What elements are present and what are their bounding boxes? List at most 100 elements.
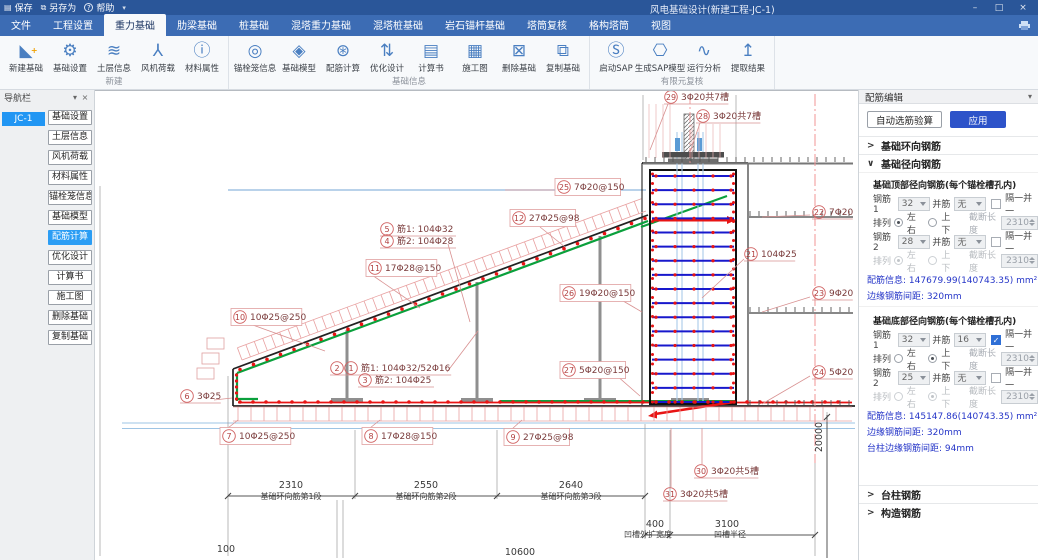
nav-item-copy-foundation[interactable]: 复制基础 xyxy=(48,330,92,345)
bottom-rebar2-diameter-select[interactable]: 25 xyxy=(898,371,931,385)
menu-tab-file[interactable]: 文件 xyxy=(0,14,42,36)
top-rebar1-alternate-checkbox[interactable] xyxy=(991,199,1001,209)
menu-tab-project-settings[interactable]: 工程设置 xyxy=(42,14,104,36)
ribbon-group-label: 有限元复核 xyxy=(594,74,770,89)
section-radial-rebar[interactable]: ∨ 基础径向钢筋 xyxy=(859,154,1038,172)
bottom-arrange1-radio-1[interactable] xyxy=(928,354,937,363)
menu-tab-gravity-foundation[interactable]: 重力基础 xyxy=(104,14,166,36)
chevron-down-icon xyxy=(976,338,982,342)
calc-report-tool[interactable]: ▤计算书 xyxy=(409,38,453,74)
bottom-rebar2-bundle-select[interactable]: 无 xyxy=(954,371,987,385)
bottom-arrange1-radio-0[interactable] xyxy=(894,354,903,363)
nav-item-delete-foundation[interactable]: 删除基础 xyxy=(48,310,92,325)
foundation-tab-jc1[interactable]: JC-1 xyxy=(2,112,45,126)
bottom-rebar1-bundle-select[interactable]: 16 xyxy=(954,333,987,347)
close-button[interactable]: × xyxy=(1012,3,1034,13)
drawing-callout: 313Φ20共5槽 xyxy=(663,428,728,501)
menu-tab-rib-beam-foundation[interactable]: 肋梁基础 xyxy=(166,14,228,36)
nav-item-construction-drawing[interactable]: 施工图 xyxy=(48,290,92,305)
new-foundation-tool[interactable]: ◣+新建基础 xyxy=(4,38,48,74)
section-constructional-rebar[interactable]: > 构造钢筋 xyxy=(859,503,1038,521)
chevron-down-icon xyxy=(920,202,926,206)
bottom-rebar1-alternate-checkbox[interactable]: ✓ xyxy=(991,335,1001,345)
bottom-rebar1-diameter-select[interactable]: 32 xyxy=(898,333,931,347)
launch-sap-tool[interactable]: Ⓢ启动SAP xyxy=(594,38,638,74)
nav-item-foundation-settings[interactable]: 基础设置 xyxy=(48,110,92,125)
nav-item-soil-info[interactable]: 土层信息 xyxy=(48,130,92,145)
panel-collapse-icon[interactable]: ▾ xyxy=(1028,92,1032,101)
anchor-cage-info-tool[interactable]: ◎锚栓笼信息 xyxy=(233,38,277,74)
menu-tab-tower-check[interactable]: 塔筒复核 xyxy=(516,14,578,36)
bottom-arrange2-radio-1[interactable] xyxy=(928,392,937,401)
nav-item-turbine-load[interactable]: 风机荷载 xyxy=(48,150,92,165)
svg-text:3: 3 xyxy=(362,376,367,385)
spinner-up-icon[interactable] xyxy=(1029,257,1035,260)
rebar-calc-tool[interactable]: ⊛配筋计算 xyxy=(321,38,365,74)
nav-item-optimize-design[interactable]: 优化设计 xyxy=(48,250,92,265)
spinner-up-icon[interactable] xyxy=(1029,355,1035,358)
drawing-callout: 1227Φ25@98 xyxy=(510,210,580,248)
save-button[interactable]: ▤ 保存 xyxy=(4,1,33,14)
nav-item-anchor-cage-info[interactable]: 锚栓笼信息 xyxy=(48,190,92,205)
ribbon-tool-label: 生成SAP模型 xyxy=(635,62,686,74)
menu-tab-lattice-tower[interactable]: 格构塔筒 xyxy=(578,14,640,36)
spinner-up-icon[interactable] xyxy=(1029,219,1035,222)
style-icon[interactable] xyxy=(1019,21,1030,33)
spinner-down-icon[interactable] xyxy=(1029,261,1035,264)
menu-tab-hybrid-tower-pile-foundation[interactable]: 混塔桩基础 xyxy=(362,14,434,36)
svg-text:11: 11 xyxy=(370,264,380,273)
top-arrange2-radio-0[interactable] xyxy=(894,256,903,265)
bottom-rebar2-alternate-checkbox[interactable] xyxy=(991,373,1001,383)
top-arrange1-radio-0[interactable] xyxy=(894,218,903,227)
navbar-close-icon[interactable]: × xyxy=(80,93,90,102)
material-props-tool[interactable]: ⓘ材料属性 xyxy=(180,38,224,74)
spinner-up-icon[interactable] xyxy=(1029,393,1035,396)
menu-tab-view[interactable]: 视图 xyxy=(640,14,682,36)
nav-item-calc-report[interactable]: 计算书 xyxy=(48,270,92,285)
nav-item-rebar-calc[interactable]: 配筋计算 xyxy=(48,230,92,245)
extract-results-tool[interactable]: ↥提取结果 xyxy=(726,38,770,74)
bottom-arrange2-radio-0[interactable] xyxy=(894,392,903,401)
nav-item-foundation-model[interactable]: 基础模型 xyxy=(48,210,92,225)
menu-tab-pile-foundation[interactable]: 桩基础 xyxy=(228,14,280,36)
maximize-button[interactable]: □ xyxy=(988,3,1010,13)
menu-tab-hybrid-tower-gravity-foundation[interactable]: 混塔重力基础 xyxy=(280,14,362,36)
save-as-button[interactable]: ⧉ 另存为 xyxy=(41,1,77,14)
help-button[interactable]: ? 帮助 xyxy=(84,1,114,14)
menu-tab-rock-anchor-foundation[interactable]: 岩石锚杆基础 xyxy=(434,14,516,36)
bottom-arrange1-cutlen-input[interactable]: 2310 xyxy=(1001,352,1038,366)
bottom-arrange2-cutlen-input[interactable]: 2310 xyxy=(1001,390,1038,404)
top-arrange2-cutlen-input[interactable]: 2310 xyxy=(1001,254,1038,268)
top-rebar2-diameter-select[interactable]: 28 xyxy=(898,235,931,249)
top-rebar1-bundle-select[interactable]: 无 xyxy=(954,197,987,211)
quick-access-dropdown-icon[interactable]: ▾ xyxy=(122,4,126,12)
nav-item-material-props[interactable]: 材料属性 xyxy=(48,170,92,185)
delete-foundation-tool[interactable]: ⊠删除基础 xyxy=(497,38,541,74)
construction-drawing-tool[interactable]: ▦施工图 xyxy=(453,38,497,74)
svg-text:2: 2 xyxy=(334,364,339,373)
generate-sap-model-tool[interactable]: ⎔生成SAP模型 xyxy=(638,38,682,74)
apply-button[interactable]: 应用 xyxy=(950,111,1006,128)
top-arrange1-radio-1[interactable] xyxy=(928,218,937,227)
spinner-down-icon[interactable] xyxy=(1029,223,1035,226)
section-pedestal-rebar[interactable]: > 台柱钢筋 xyxy=(859,485,1038,503)
soil-layers-tool[interactable]: ≋土层信息 xyxy=(92,38,136,74)
top-arrange1-cutlen-input[interactable]: 2310 xyxy=(1001,216,1038,230)
foundation-model-tool[interactable]: ◈基础模型 xyxy=(277,38,321,74)
section-hoop-rebar[interactable]: > 基础环向钢筋 xyxy=(859,136,1038,154)
top-rebar2-bundle-select[interactable]: 无 xyxy=(954,235,987,249)
minimize-button[interactable]: – xyxy=(964,3,986,13)
top-arrange2-radio-1[interactable] xyxy=(928,256,937,265)
spinner-down-icon[interactable] xyxy=(1029,397,1035,400)
spinner-down-icon[interactable] xyxy=(1029,359,1035,362)
top-rebar2-alternate-checkbox[interactable] xyxy=(991,237,1001,247)
top-rebar1-diameter-select[interactable]: 32 xyxy=(898,197,931,211)
optimize-design-tool[interactable]: ⇅优化设计 xyxy=(365,38,409,74)
auto-select-rebar-button[interactable]: 自动选筋验算 xyxy=(867,111,942,128)
copy-foundation-tool[interactable]: ⧉复制基础 xyxy=(541,38,585,74)
turbine-load-tool[interactable]: ⅄风机荷载 xyxy=(136,38,180,74)
run-analysis-tool[interactable]: ∿运行分析 xyxy=(682,38,726,74)
navbar-collapse-icon[interactable]: ▾ xyxy=(70,93,80,102)
drawing-canvas[interactable]: 293Φ20共7槽283Φ20共7槽257Φ20@1501227Φ25@985筋… xyxy=(95,90,858,560)
foundation-settings-tool[interactable]: ⚙基础设置 xyxy=(48,38,92,74)
